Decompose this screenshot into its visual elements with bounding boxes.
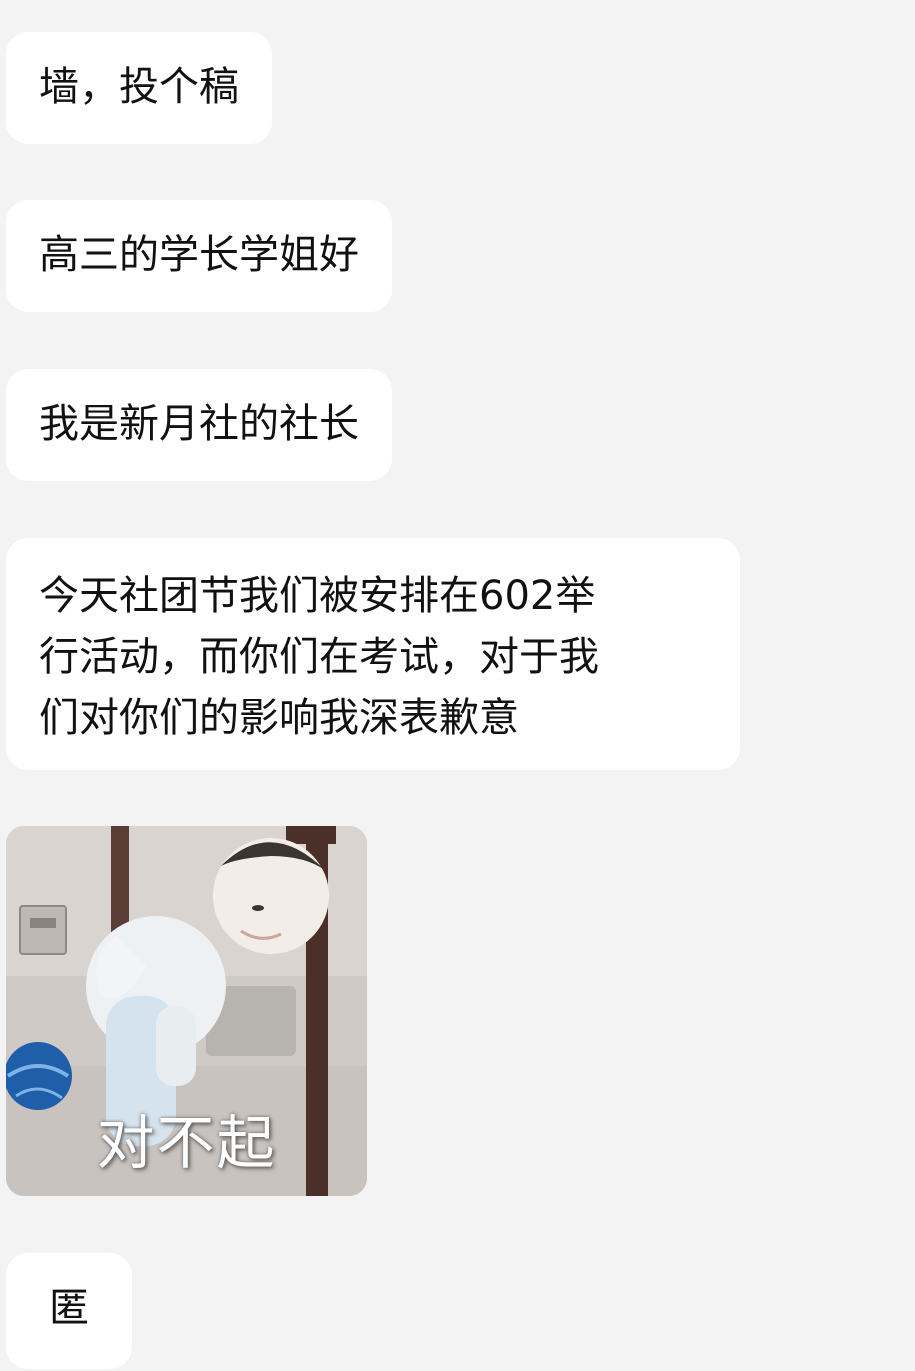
message-bubble[interactable]: 匿 [6,1253,132,1369]
message-line: 行活动，而你们在考试，对于我 [39,634,599,680]
message-bubble[interactable]: 墙，投个稿 [6,32,272,144]
chat-area: 墙，投个稿 高三的学长学姐好 我是新月社的社长 今天社团节我们被安排在602举 … [0,0,915,1371]
message-bubble[interactable]: 今天社团节我们被安排在602举 行活动，而你们在考试，对于我 们对你们的影响我深… [6,538,740,770]
message-line: 们对你们的影响我深表歉意 [39,695,519,741]
sticker-caption: 对不起 [96,1109,277,1177]
message-text: 墙，投个稿 [39,64,239,110]
message-bubble[interactable]: 高三的学长学姐好 [6,200,392,312]
message-text: 高三的学长学姐好 [39,232,359,278]
sticker-image[interactable]: 对不起 [6,826,367,1196]
message-line: 今天社团节我们被安排在602举 [39,573,596,619]
message-text: 我是新月社的社长 [39,401,359,447]
message-bubble[interactable]: 我是新月社的社长 [6,369,392,481]
message-text: 匿 [49,1285,89,1331]
